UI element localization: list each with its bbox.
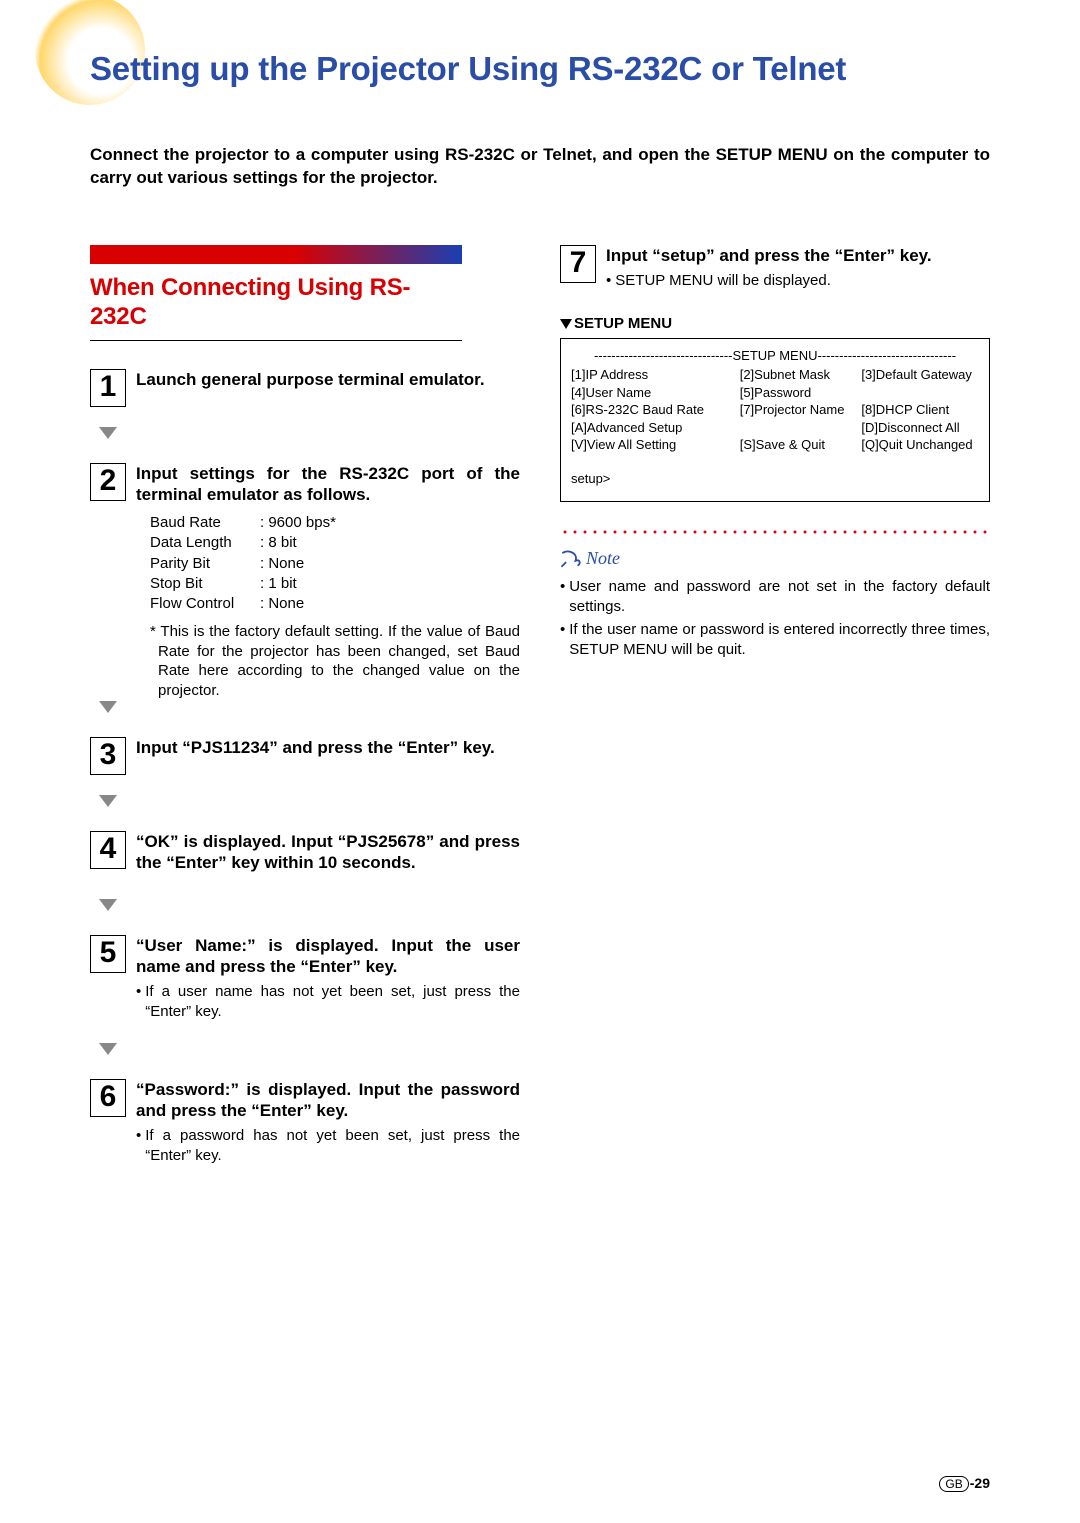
- section-title: When Connecting Using RS-232C: [90, 274, 462, 341]
- step-5: 5 “User Name:” is displayed. Input the u…: [90, 935, 520, 1055]
- bullet: •SETUP MENU will be displayed.: [606, 271, 990, 291]
- right-column: 7 Input “setup” and press the “Enter” ke…: [560, 245, 990, 1165]
- setup-menu-header: --------------------------------SETUP ME…: [571, 347, 979, 365]
- intro-text: Connect the projector to a computer usin…: [90, 143, 990, 190]
- columns: When Connecting Using RS-232C 1 Launch g…: [90, 245, 990, 1165]
- page: Setting up the Projector Using RS-232C o…: [0, 0, 1080, 1205]
- step-heading: “OK” is displayed. Input “PJS25678” and …: [136, 831, 520, 874]
- page-num-value: -29: [970, 1475, 990, 1491]
- title-wrap: Setting up the Projector Using RS-232C o…: [90, 50, 990, 88]
- step-number: 6: [90, 1079, 126, 1117]
- setup-prompt: setup>: [571, 470, 979, 488]
- bullet: •If the user name or password is entered…: [560, 620, 990, 659]
- step-number: 5: [90, 935, 126, 973]
- page-title: Setting up the Projector Using RS-232C o…: [90, 50, 990, 88]
- step-heading: “User Name:” is displayed. Input the use…: [136, 935, 520, 978]
- triangle-down-icon: [560, 319, 572, 329]
- bullet: •If a user name has not yet been set, ju…: [136, 982, 520, 1021]
- setup-menu-box: --------------------------------SETUP ME…: [560, 338, 990, 503]
- setup-menu-grid: [1]IP Address[2]Subnet Mask[3]Default Ga…: [571, 366, 979, 454]
- step-number: 7: [560, 245, 596, 283]
- step-heading: “Password:” is displayed. Input the pass…: [136, 1079, 520, 1122]
- step-number: 4: [90, 831, 126, 869]
- left-column: When Connecting Using RS-232C 1 Launch g…: [90, 245, 520, 1165]
- step-heading: Input settings for the RS-232C port of t…: [136, 463, 520, 506]
- footnote: * This is the factory default setting. I…: [150, 622, 520, 700]
- step-number: 3: [90, 737, 126, 775]
- section-gradient-bar: [90, 245, 462, 264]
- step-arrow-icon: [99, 899, 117, 911]
- step-number: 2: [90, 463, 126, 501]
- step-4: 4 “OK” is displayed. Input “PJS25678” an…: [90, 831, 520, 911]
- step-7: 7 Input “setup” and press the “Enter” ke…: [560, 245, 990, 291]
- step-arrow-icon: [99, 701, 117, 713]
- note-body: •User name and password are not set in t…: [560, 577, 990, 659]
- setup-menu-label: SETUP MENU: [560, 315, 990, 332]
- region-code: GB: [939, 1476, 968, 1492]
- dotted-rule: [560, 530, 990, 534]
- note-label: Note: [586, 548, 620, 569]
- step-number: 1: [90, 369, 126, 407]
- step-heading: Input “PJS11234” and press the “Enter” k…: [136, 737, 520, 758]
- settings-table: Baud Rate9600 bps* Data Length8 bit Pari…: [150, 513, 520, 614]
- step-arrow-icon: [99, 427, 117, 439]
- bullet: •User name and password are not set in t…: [560, 577, 990, 616]
- step-3: 3 Input “PJS11234” and press the “Enter”…: [90, 737, 520, 807]
- bullet: •If a password has not yet been set, jus…: [136, 1126, 520, 1165]
- step-arrow-icon: [99, 1043, 117, 1055]
- page-number: GB-29: [939, 1475, 990, 1491]
- note-icon: [560, 550, 582, 568]
- step-heading: Input “setup” and press the “Enter” key.: [606, 245, 990, 266]
- step-6: 6 “Password:” is displayed. Input the pa…: [90, 1079, 520, 1166]
- step-1: 1 Launch general purpose terminal emulat…: [90, 369, 520, 439]
- note-heading: Note: [560, 548, 990, 569]
- step-arrow-icon: [99, 795, 117, 807]
- step-2: 2 Input settings for the RS-232C port of…: [90, 463, 520, 713]
- step-heading: Launch general purpose terminal emulator…: [136, 369, 520, 390]
